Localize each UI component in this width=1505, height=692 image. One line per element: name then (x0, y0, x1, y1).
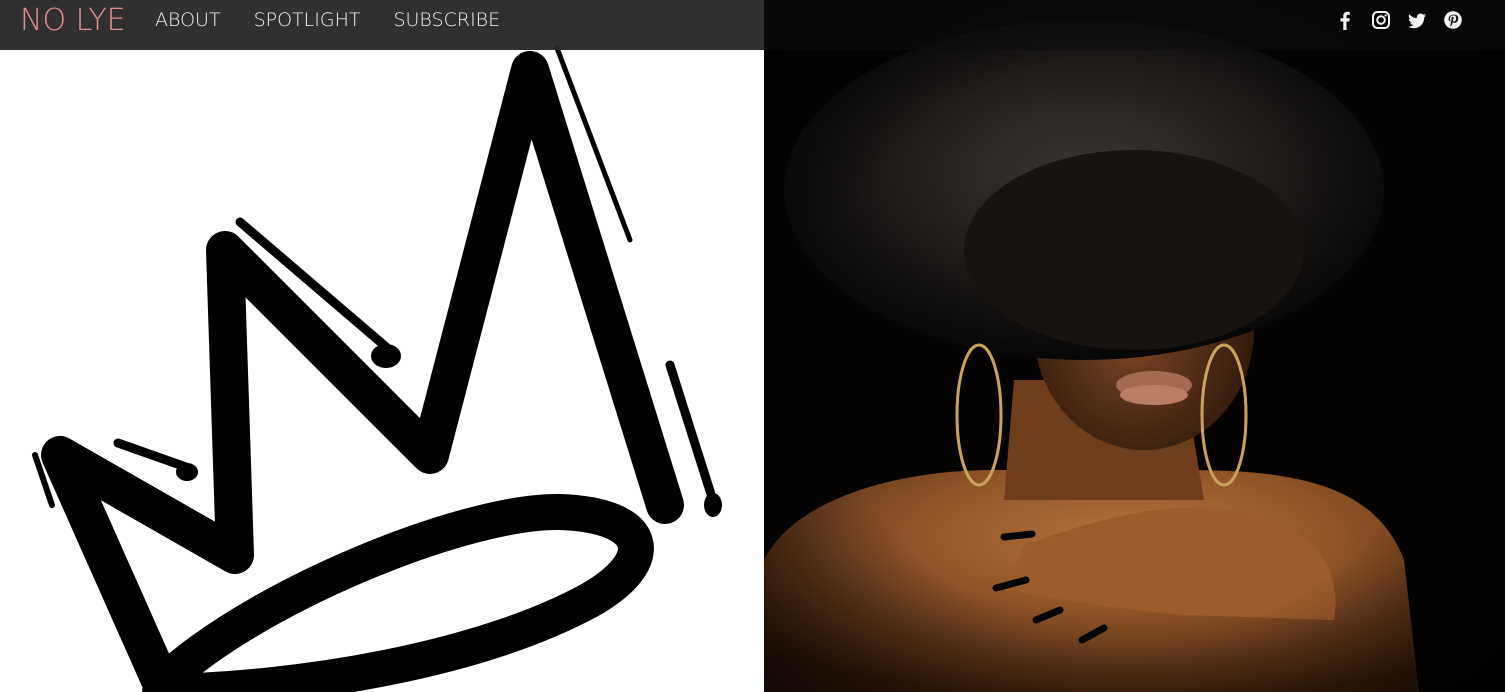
hero-left-panel (0, 0, 764, 692)
twitter-icon[interactable] (1407, 9, 1427, 31)
brand-logo-link[interactable]: NO LYE (20, 4, 126, 38)
site-header: NO LYE ABOUT SPOTLIGHT SUBSCRIBE (0, 0, 1505, 50)
nav-item-about[interactable]: ABOUT (155, 9, 221, 31)
crown-logo-image (32, 45, 722, 692)
nav-item-spotlight[interactable]: SPOTLIGHT (254, 9, 361, 31)
facebook-icon[interactable] (1335, 9, 1355, 31)
social-links (1335, 9, 1463, 31)
afro-portrait-image (764, 0, 1505, 692)
page: NO LYE ABOUT SPOTLIGHT SUBSCRIBE (0, 0, 1505, 692)
nav-item-subscribe[interactable]: SUBSCRIBE (393, 9, 500, 31)
hero-right-panel (764, 0, 1505, 692)
instagram-icon[interactable] (1371, 9, 1391, 31)
pinterest-icon[interactable] (1443, 9, 1463, 31)
main-nav: ABOUT SPOTLIGHT SUBSCRIBE (155, 0, 500, 40)
